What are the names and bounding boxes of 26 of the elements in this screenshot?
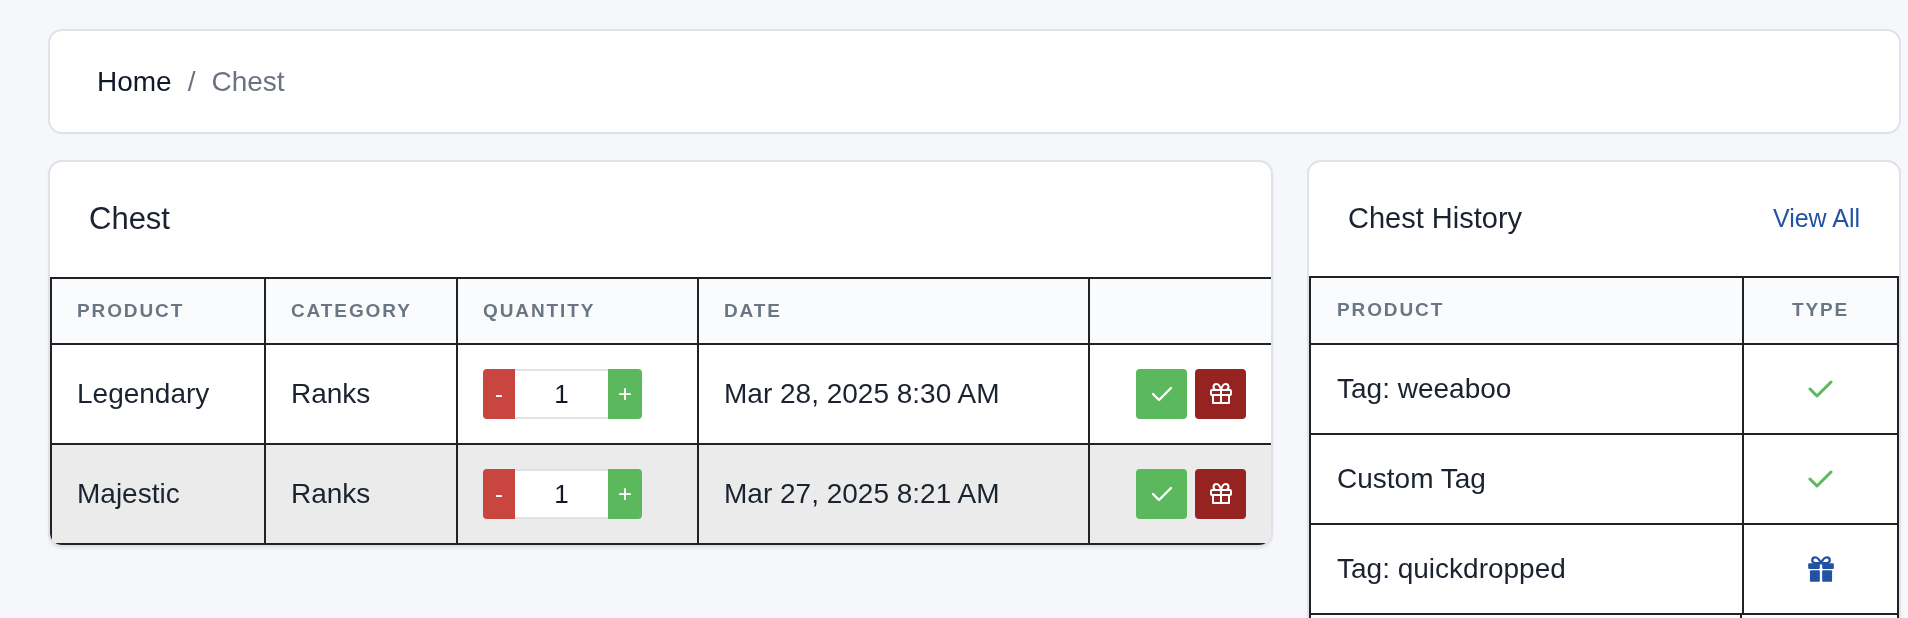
gift-button[interactable] <box>1195 469 1246 519</box>
gift-icon <box>1208 382 1233 406</box>
gift-button[interactable] <box>1195 369 1246 419</box>
decrement-button[interactable]: - <box>483 369 515 419</box>
gift-icon <box>1806 555 1835 583</box>
check-icon <box>1808 380 1833 398</box>
card-title: Chest History <box>1348 201 1523 237</box>
gift-icon <box>1208 482 1233 506</box>
table-cell: Ranks <box>265 444 457 544</box>
table-cell: Tag: quickdropped <box>1310 524 1743 614</box>
breadcrumb-current: Chest <box>211 64 285 99</box>
breadcrumb-separator: / <box>187 64 196 99</box>
decrement-button[interactable]: - <box>483 469 515 519</box>
quantity-field[interactable]: 1 <box>515 469 608 519</box>
check-icon <box>1150 486 1173 502</box>
check-icon <box>1150 386 1173 402</box>
table-cell: Majestic <box>51 444 265 544</box>
column-header: PRODUCT <box>51 278 265 344</box>
table-cell: Mar 27, 2025 8:21 AM <box>698 444 1089 544</box>
column-header: PRODUCT <box>1310 277 1743 344</box>
view-all-link[interactable]: View All <box>1772 200 1860 238</box>
quantity-field[interactable]: 1 <box>515 369 608 419</box>
breadcrumb-link[interactable]: Home <box>97 60 172 103</box>
column-header: DATE <box>698 278 1089 344</box>
check-icon <box>1808 470 1833 488</box>
card-title: Chest <box>89 200 170 239</box>
